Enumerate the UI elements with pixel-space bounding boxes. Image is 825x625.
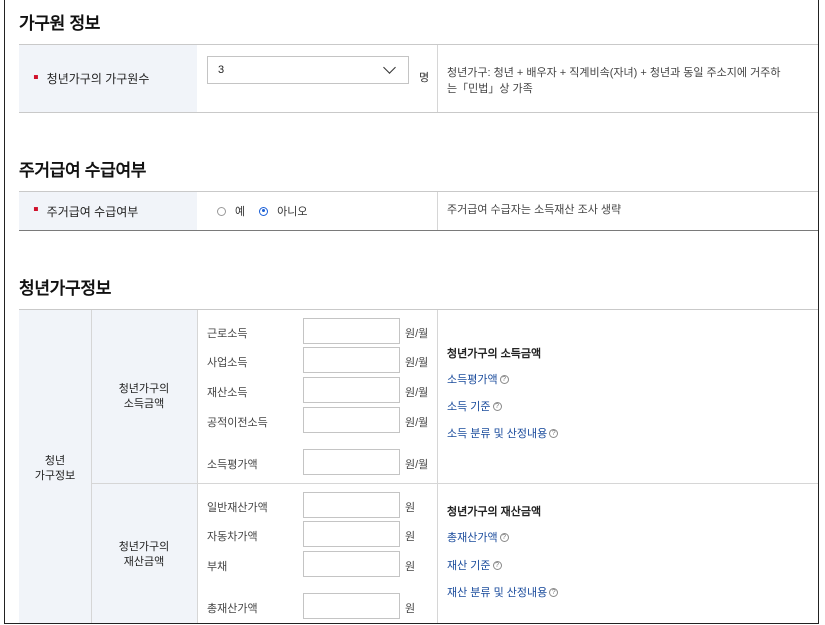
asset-link-label-0: 총재산가액 bbox=[447, 532, 498, 544]
housing-benefit-label: ▪ 주거급여 수급여부 bbox=[19, 192, 197, 230]
asset-input-1[interactable] bbox=[303, 521, 400, 547]
divider bbox=[91, 310, 92, 623]
required-marker-icon: ▪ bbox=[33, 68, 39, 86]
asset-field-label-0: 일반재산가액 bbox=[207, 502, 268, 514]
income-unit-1: 원/월 bbox=[405, 357, 429, 369]
divider bbox=[91, 483, 818, 484]
divider bbox=[437, 310, 438, 623]
asset-unit-0: 원 bbox=[405, 502, 416, 514]
asset-link-2[interactable]: 재산 분류 및 산정내용? bbox=[447, 584, 559, 600]
question-circle-icon[interactable]: ? bbox=[499, 532, 509, 542]
household-size-unit: 명 bbox=[419, 72, 430, 84]
income-category-line2: 소득금액 bbox=[123, 398, 165, 410]
income-field-label-2: 재산소득 bbox=[207, 387, 248, 399]
income-unit-0: 원/월 bbox=[405, 328, 429, 340]
youth-side-label-line2: 가구정보 bbox=[34, 470, 76, 482]
asset-link-1[interactable]: 재산 기준? bbox=[447, 557, 502, 573]
asset-field-label-2: 부채 bbox=[207, 561, 228, 573]
asset-field-label-3: 총재산가액 bbox=[207, 603, 258, 615]
youth-info-table: 청년 가구정보 청년가구의 소득금액 청년가구의 재산금액 근로소득 원/월 사업소… bbox=[19, 309, 818, 623]
housing-benefit-label-text: 주거급여 수급여부 bbox=[46, 204, 139, 219]
household-size-label: ▪ 청년가구의 가구원수 bbox=[19, 45, 197, 112]
radio-no[interactable]: 아니오 bbox=[259, 203, 308, 219]
income-field-label-3: 공적이전소득 bbox=[207, 417, 268, 429]
asset-link-label-2: 재산 분류 및 산정내용 bbox=[447, 587, 548, 599]
income-link-label-0: 소득평가액 bbox=[447, 374, 498, 386]
youth-side-label-line1: 청년 bbox=[44, 455, 66, 467]
income-link-0[interactable]: 소득평가액? bbox=[447, 371, 509, 387]
radio-yes-label: 예 bbox=[235, 206, 246, 218]
radio-no-label: 아니오 bbox=[277, 206, 308, 218]
question-circle-icon[interactable]: ? bbox=[549, 428, 559, 438]
housing-benefit-row: ▪ 주거급여 수급여부 예 아니오 주거급여 수급자는 소득재산 조사 생략 bbox=[19, 191, 818, 231]
income-input-1[interactable] bbox=[303, 347, 400, 373]
asset-info-title: 청년가구의 재산금액 bbox=[447, 506, 542, 518]
income-link-2[interactable]: 소득 분류 및 산정내용? bbox=[447, 425, 559, 441]
household-note-line2: 는「민법」상 가족 bbox=[447, 83, 533, 95]
asset-unit-3: 원 bbox=[405, 603, 416, 615]
asset-input-0[interactable] bbox=[303, 492, 400, 518]
income-unit-4: 원/월 bbox=[405, 459, 429, 471]
income-input-2[interactable] bbox=[303, 377, 400, 403]
youth-side-label: 청년 가구정보 bbox=[19, 454, 91, 484]
divider bbox=[437, 192, 438, 230]
form-frame: 가구원 정보 ▪ 청년가구의 가구원수 3 명 청년가구: 청년 + 배우자 +… bbox=[4, 0, 819, 624]
divider bbox=[197, 310, 198, 623]
radio-yes-circle[interactable] bbox=[217, 206, 226, 216]
income-info-title: 청년가구의 소득금액 bbox=[447, 348, 542, 360]
asset-unit-1: 원 bbox=[405, 531, 416, 543]
radio-yes[interactable]: 예 bbox=[217, 203, 245, 219]
asset-input-3[interactable] bbox=[303, 593, 400, 619]
youth-category-column bbox=[91, 310, 197, 623]
required-marker-icon: ▪ bbox=[33, 201, 39, 218]
income-link-1[interactable]: 소득 기준? bbox=[447, 398, 502, 414]
housing-benefit-radio-group: 예 아니오 bbox=[217, 203, 322, 219]
income-unit-2: 원/월 bbox=[405, 387, 429, 399]
income-input-4[interactable] bbox=[303, 449, 400, 475]
household-size-label-text: 청년가구의 가구원수 bbox=[46, 72, 150, 86]
divider bbox=[437, 45, 438, 112]
household-size-row: ▪ 청년가구의 가구원수 3 명 청년가구: 청년 + 배우자 + 직계비속(자… bbox=[19, 44, 818, 113]
question-circle-icon[interactable]: ? bbox=[492, 401, 502, 411]
chevron-down-icon bbox=[383, 61, 396, 74]
income-category-line1: 청년가구의 bbox=[118, 383, 170, 395]
section-title-household: 가구원 정보 bbox=[19, 14, 101, 33]
income-field-label-1: 사업소득 bbox=[207, 357, 248, 369]
income-input-0[interactable] bbox=[303, 318, 400, 344]
income-field-label-0: 근로소득 bbox=[207, 328, 248, 340]
question-circle-icon[interactable]: ? bbox=[549, 587, 559, 597]
radio-no-circle[interactable] bbox=[259, 206, 269, 216]
housing-note: 주거급여 수급자는 소득재산 조사 생략 bbox=[447, 204, 622, 216]
income-link-label-1: 소득 기준 bbox=[447, 401, 491, 413]
asset-link-label-1: 재산 기준 bbox=[447, 560, 491, 572]
asset-unit-2: 원 bbox=[405, 561, 416, 573]
asset-category-line1: 청년가구의 bbox=[118, 541, 170, 553]
section-title-housing: 주거급여 수급여부 bbox=[19, 161, 147, 180]
income-category-label: 청년가구의 소득금액 bbox=[91, 382, 197, 412]
income-field-label-4: 소득평가액 bbox=[207, 459, 258, 471]
household-size-select[interactable]: 3 bbox=[207, 56, 409, 84]
asset-category-line2: 재산금액 bbox=[123, 556, 165, 568]
household-note: 청년가구: 청년 + 배우자 + 직계비속(자녀) + 청년과 동일 주소지에 … bbox=[447, 65, 780, 97]
income-input-3[interactable] bbox=[303, 407, 400, 433]
income-link-label-2: 소득 분류 및 산정내용 bbox=[447, 428, 548, 440]
asset-field-label-1: 자동차가액 bbox=[207, 531, 258, 543]
asset-category-label: 청년가구의 재산금액 bbox=[91, 540, 197, 570]
income-unit-3: 원/월 bbox=[405, 417, 429, 429]
household-size-value: 3 bbox=[218, 64, 225, 76]
question-circle-icon[interactable]: ? bbox=[499, 374, 509, 384]
asset-input-2[interactable] bbox=[303, 551, 400, 577]
household-note-line1: 청년가구: 청년 + 배우자 + 직계비속(자녀) + 청년과 동일 주소지에 … bbox=[447, 67, 781, 79]
asset-link-0[interactable]: 총재산가액? bbox=[447, 529, 509, 545]
question-circle-icon[interactable]: ? bbox=[492, 560, 502, 570]
section-title-youth: 청년가구정보 bbox=[19, 279, 112, 298]
